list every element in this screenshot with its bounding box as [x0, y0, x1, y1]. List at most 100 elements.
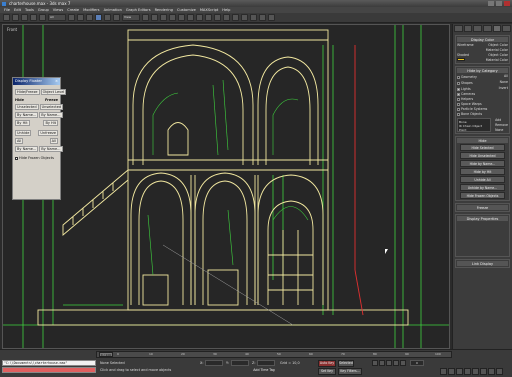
unfreeze-button[interactable]: Unfreeze [38, 130, 58, 136]
hide-frozen-checkbox[interactable]: Hide Frozen Objects [15, 156, 58, 160]
unfreeze-by-name-button[interactable]: By Name... [39, 146, 63, 152]
dialog-title-bar[interactable]: Display Floater × [13, 78, 60, 85]
menu-edit[interactable]: Edit [14, 8, 21, 12]
menu-maxscript[interactable]: MAXScript [200, 8, 218, 12]
menu-animation[interactable]: Animation [104, 8, 122, 12]
hide-header[interactable]: Hide [457, 138, 508, 143]
align-icon[interactable] [214, 14, 221, 21]
shapes-checkbox[interactable]: Shapes [457, 81, 473, 85]
shaded-object-color-radio[interactable]: Object Color [488, 53, 508, 57]
invert-button[interactable]: Invert [499, 86, 508, 91]
display-color-header[interactable]: Display Color [457, 37, 508, 42]
menu-customize[interactable]: Customize [177, 8, 196, 12]
zoom-all-icon[interactable] [448, 368, 455, 375]
helpers-checkbox[interactable]: Helpers [457, 97, 508, 101]
modify-tab-icon[interactable] [463, 25, 473, 32]
hierarchy-tab-icon[interactable] [473, 25, 483, 32]
unhide-by-name-button[interactable]: Unhide by Name... [460, 184, 505, 191]
unhide-by-name-button[interactable]: By Name... [15, 146, 39, 152]
create-tab-icon[interactable] [454, 25, 463, 32]
hide-by-category-header[interactable]: Hide by Category [457, 68, 508, 73]
cameras-checkbox[interactable]: Cameras [457, 92, 508, 96]
hide-by-name-button[interactable]: By Name... [15, 112, 39, 118]
menu-file[interactable]: File [4, 8, 10, 12]
freeze-header[interactable]: Freeze [457, 205, 508, 210]
link-icon[interactable] [21, 14, 28, 21]
field-of-view-icon[interactable] [472, 368, 479, 375]
particle-systems-checkbox[interactable]: Particle Systems [457, 107, 508, 111]
auto-key-button[interactable]: Auto Key [318, 360, 336, 367]
color-swatch[interactable] [457, 58, 465, 61]
lights-checkbox[interactable]: Lights [457, 87, 471, 91]
scale-icon[interactable] [113, 14, 120, 21]
close-button[interactable] [504, 1, 510, 6]
none-category-button[interactable]: None [495, 128, 508, 132]
rotate-icon[interactable] [104, 14, 111, 21]
tab-hide-freeze[interactable]: Hide/Freeze [15, 89, 40, 95]
hide-selected-button[interactable]: Hide Selected [460, 144, 505, 151]
pivot-icon[interactable] [142, 14, 149, 21]
viewport-label[interactable]: Front [7, 27, 17, 32]
utilities-tab-icon[interactable] [502, 25, 512, 32]
time-slider-track[interactable]: 0 / 100 0 10 20 30 40 50 60 70 80 90 100 [96, 351, 452, 358]
geometry-checkbox[interactable]: Geometry [457, 75, 477, 79]
previous-frame-icon[interactable] [379, 360, 385, 366]
hide-by-name-button[interactable]: Hide by Name... [460, 160, 505, 167]
redo-icon[interactable] [12, 14, 19, 21]
time-slider[interactable]: 0 / 100 [99, 352, 113, 357]
current-frame-field[interactable]: 0 [410, 360, 424, 366]
freeze-by-name-button[interactable]: By Name... [39, 112, 63, 118]
minimize-button[interactable] [488, 1, 494, 6]
schematic-view-icon[interactable] [241, 14, 248, 21]
pan-icon[interactable] [480, 368, 487, 375]
wireframe-material-color-radio[interactable]: Material Color [486, 48, 508, 52]
go-to-end-icon[interactable] [400, 360, 406, 366]
maxscript-listener-input[interactable]: "C:\\Documents\\charterhouse.max" [2, 360, 96, 366]
curve-editor-icon[interactable] [232, 14, 239, 21]
select-object-icon[interactable] [68, 14, 75, 21]
menu-rendering[interactable]: Rendering [155, 8, 173, 12]
zoom-icon[interactable] [440, 368, 447, 375]
checkbox-box[interactable] [15, 156, 18, 160]
maximize-button[interactable] [496, 1, 502, 6]
go-to-start-icon[interactable] [372, 360, 378, 366]
select-by-name-icon[interactable] [77, 14, 84, 21]
hide-frozen-objects-button[interactable]: Hide Frozen Objects [460, 192, 505, 199]
unhide-all-button[interactable]: Unhide All [460, 176, 505, 183]
menu-tools[interactable]: Tools [25, 8, 34, 12]
reference-coordinate-dropdown[interactable]: View [122, 14, 140, 21]
material-editor-icon[interactable] [250, 14, 257, 21]
add-category-button[interactable]: Add [495, 118, 508, 122]
layer-manager-icon[interactable] [223, 14, 230, 21]
front-viewport[interactable]: Front [2, 24, 450, 349]
display-tab-icon[interactable] [492, 25, 502, 32]
key-filters-button[interactable]: Key Filters... [338, 368, 362, 375]
wireframe-object-color-radio[interactable]: Object Color [488, 43, 508, 47]
space-warps-checkbox[interactable]: Space Warps [457, 102, 508, 106]
dialog-close-icon[interactable]: × [55, 79, 58, 84]
y-coordinate-field[interactable] [231, 360, 249, 366]
menu-views[interactable]: Views [53, 8, 63, 12]
percent-snap-icon[interactable] [178, 14, 185, 21]
bone-objects-checkbox[interactable]: Bone Objects [457, 112, 508, 116]
all-button[interactable]: All [504, 74, 508, 79]
category-list-item[interactable]: Point [459, 128, 489, 132]
x-coordinate-field[interactable] [205, 360, 223, 366]
menu-graph-editors[interactable]: Graph Editors [126, 8, 151, 12]
tab-object-level[interactable]: Object Level [40, 89, 67, 95]
render-scene-icon[interactable] [259, 14, 266, 21]
menu-help[interactable]: Help [222, 8, 230, 12]
named-selection-icon[interactable] [196, 14, 203, 21]
manipulate-icon[interactable] [151, 14, 158, 21]
none-button[interactable]: None [500, 80, 508, 85]
unfreeze-all-button[interactable]: All [49, 138, 58, 144]
mirror-icon[interactable] [205, 14, 212, 21]
maxscript-output[interactable] [2, 367, 96, 373]
snap-icon[interactable] [160, 14, 167, 21]
freeze-unselected-button[interactable]: Unselected [39, 104, 64, 110]
unlink-icon[interactable] [30, 14, 37, 21]
menu-modifiers[interactable]: Modifiers [83, 8, 99, 12]
unhide-button[interactable]: Unhide [15, 130, 32, 136]
arc-rotate-icon[interactable] [488, 368, 495, 375]
angle-snap-icon[interactable] [169, 14, 176, 21]
